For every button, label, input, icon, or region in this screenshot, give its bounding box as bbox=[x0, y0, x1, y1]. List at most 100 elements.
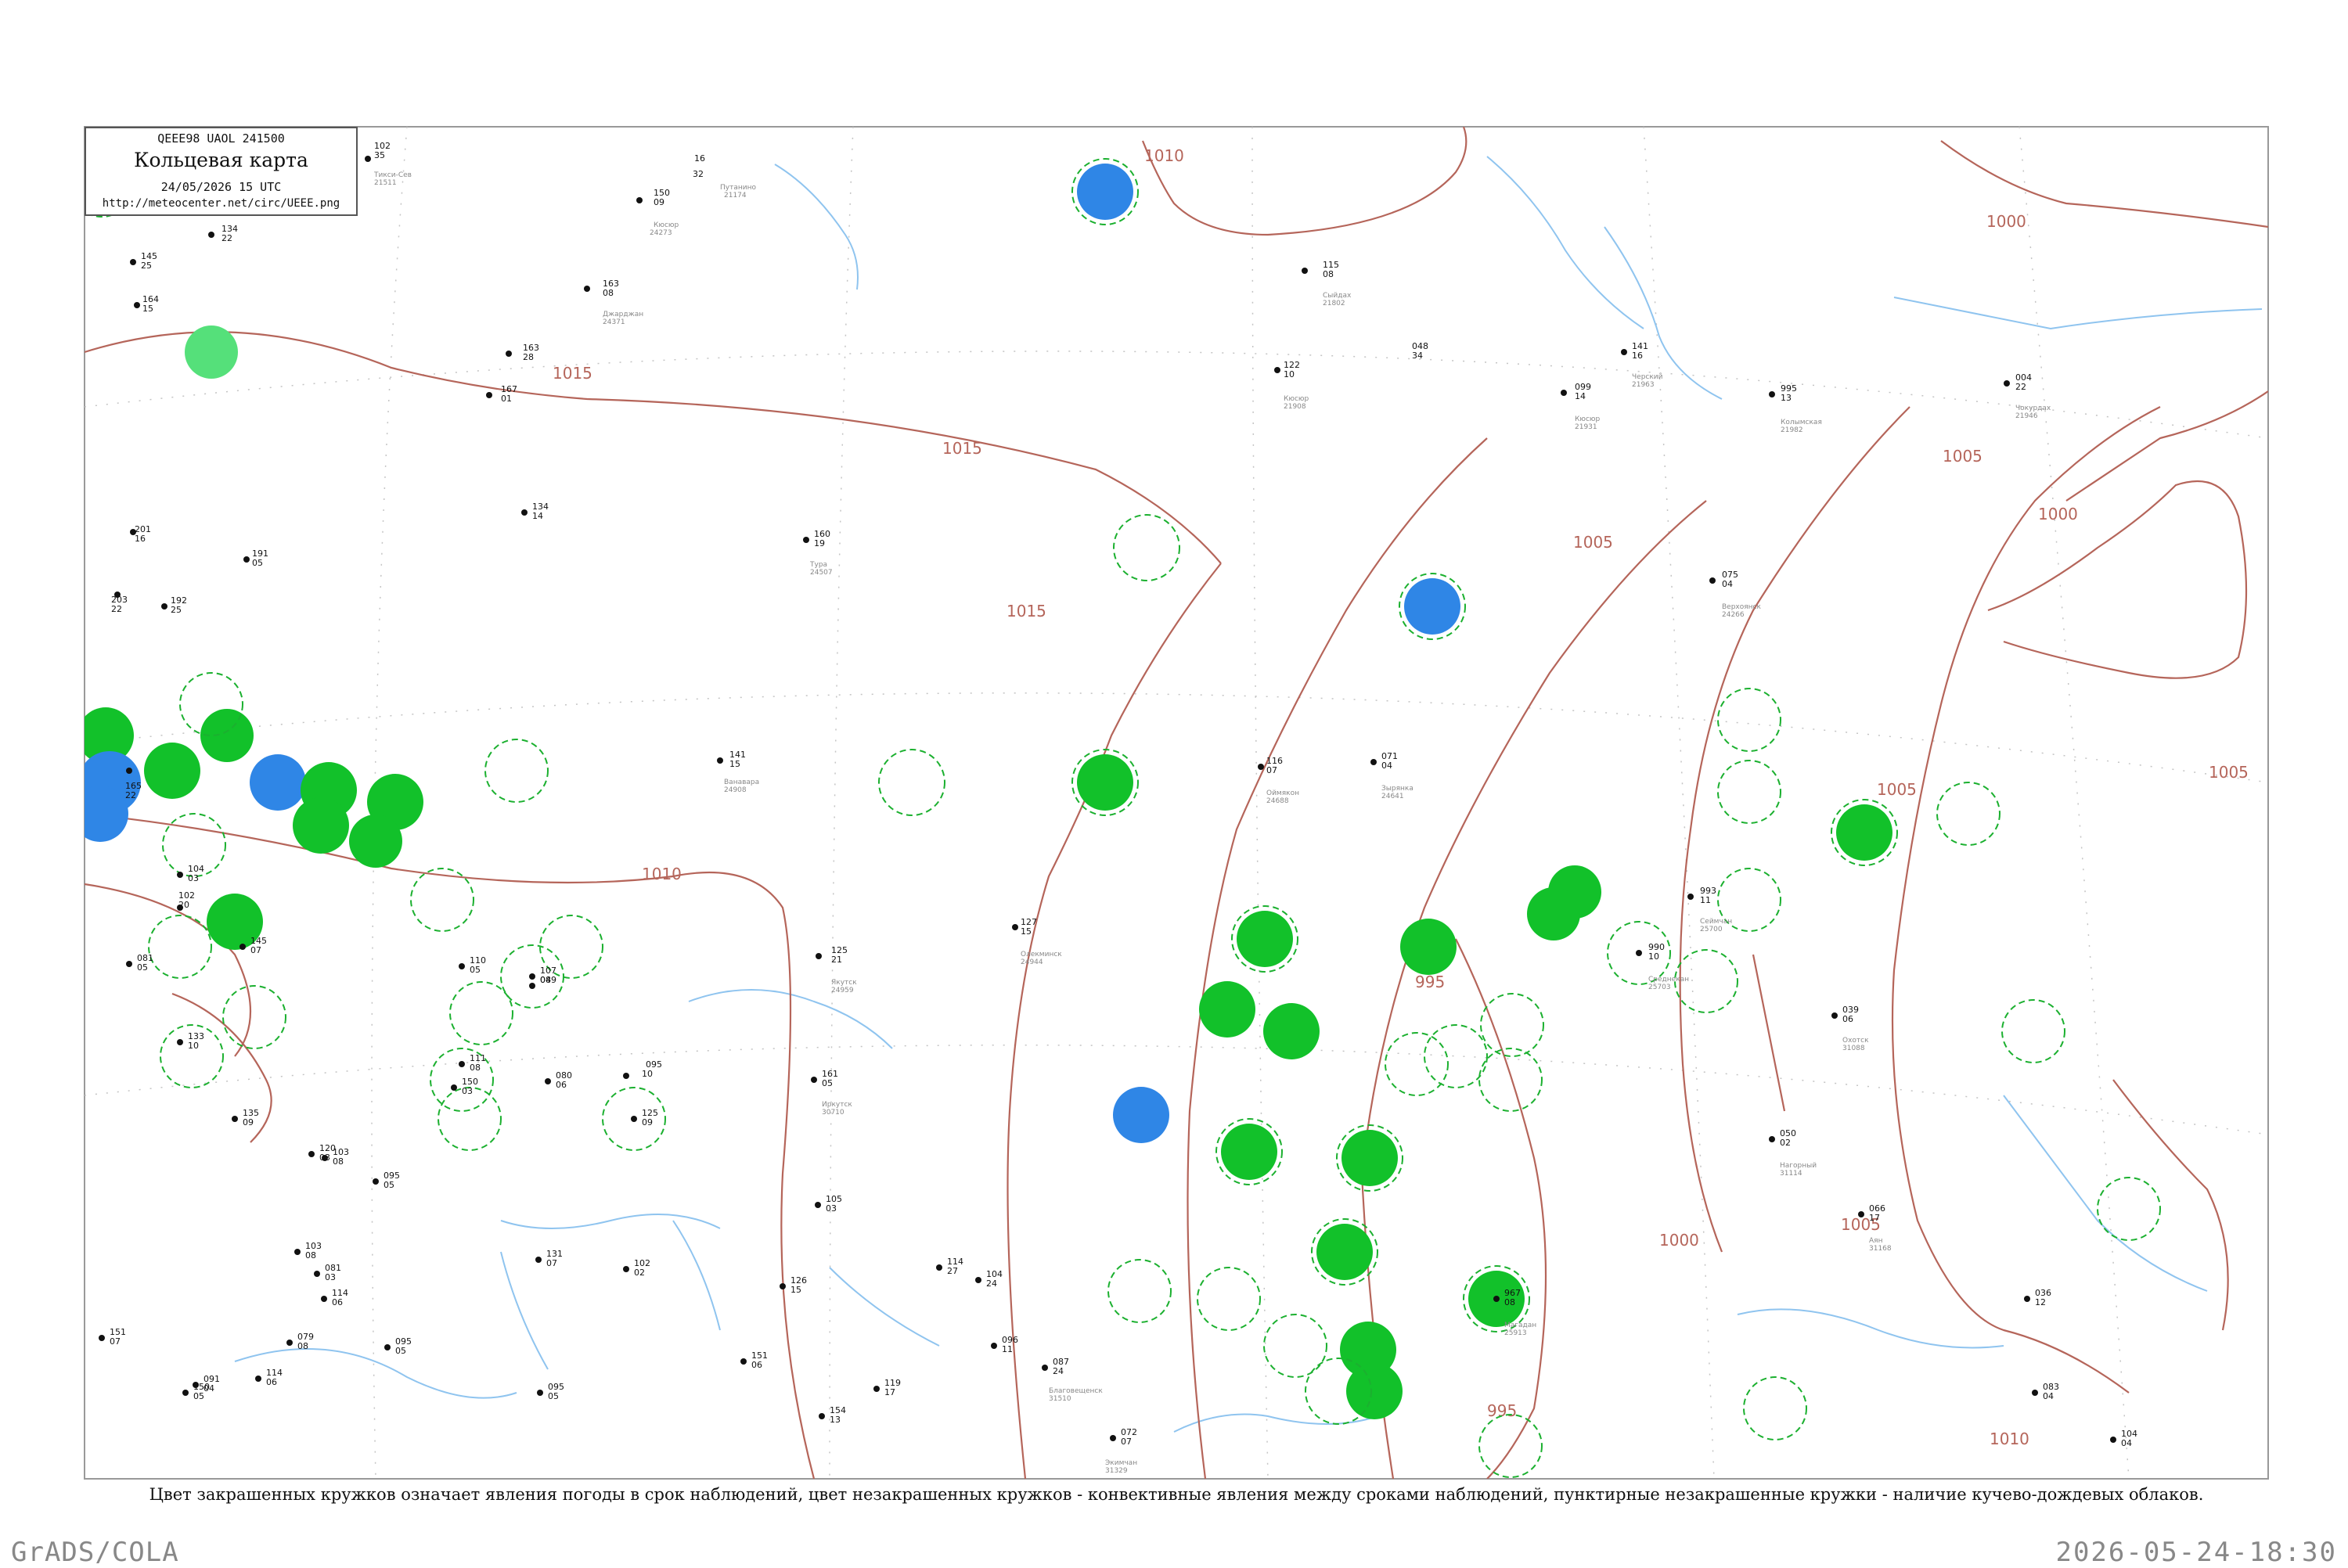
render-timestamp: 2026-05-24-18:30 bbox=[2055, 1537, 2337, 1568]
station-value: 07 bbox=[1121, 1437, 1132, 1447]
station-circle-green bbox=[1316, 1224, 1373, 1280]
station-circle-green bbox=[1400, 919, 1457, 975]
station-name: Аян bbox=[1869, 1237, 1883, 1245]
station-id: 21908 bbox=[1284, 403, 1306, 411]
station-value: 05 bbox=[193, 1391, 204, 1401]
station-value: 05 bbox=[470, 965, 481, 975]
station-name: Олекминск bbox=[1021, 951, 1062, 958]
station-id: 24266 bbox=[1722, 611, 1745, 619]
station-value: 15 bbox=[1021, 926, 1032, 937]
station-value: 14 bbox=[532, 511, 543, 521]
station-id: 21931 bbox=[1575, 423, 1597, 431]
station-value: 28 bbox=[523, 352, 534, 362]
station-name: Охотск bbox=[1842, 1037, 1869, 1045]
isobar-label: 1010 bbox=[1144, 146, 1184, 165]
station-value: 10 bbox=[188, 1041, 199, 1051]
station-name: Кюсюр bbox=[1284, 395, 1309, 403]
isobar-label: 995 bbox=[1487, 1401, 1517, 1420]
station-value: 04 bbox=[1381, 761, 1392, 771]
station-value: 24 bbox=[1053, 1366, 1064, 1376]
station-id: 24273 bbox=[650, 229, 672, 237]
station-value: 10 bbox=[1284, 369, 1295, 379]
station-value: 32 bbox=[693, 169, 704, 179]
isobar-label: 995 bbox=[1415, 973, 1445, 991]
station-circle-green bbox=[144, 743, 200, 799]
station-value: 09 bbox=[654, 197, 664, 207]
station-circle-green bbox=[1341, 1130, 1398, 1186]
station-name: Джарджан bbox=[603, 311, 643, 318]
station-value: 16 bbox=[135, 534, 146, 544]
station-value: 13 bbox=[1781, 393, 1792, 403]
station-value: 03 bbox=[188, 873, 199, 883]
station-value: 06 bbox=[1842, 1014, 1853, 1024]
station-value: 07 bbox=[250, 945, 261, 955]
station-value: 15 bbox=[729, 759, 740, 769]
station-id: 24959 bbox=[831, 987, 854, 994]
station-value: 08 bbox=[1504, 1297, 1515, 1307]
station-value: 15 bbox=[790, 1285, 801, 1295]
station-value: 16 bbox=[1632, 351, 1643, 361]
station-name: Сеймчан bbox=[1700, 918, 1732, 926]
map-datetime: 24/05/2026 15 UTC bbox=[160, 180, 282, 194]
synoptic-map: 1010 1000 1015 1015 1005 1000 1015 1005 … bbox=[84, 126, 2269, 1480]
station-id: 25913 bbox=[1504, 1329, 1527, 1337]
station-circle-green bbox=[293, 797, 349, 854]
isobar-label: 1015 bbox=[1007, 602, 1046, 620]
station-value: 10 bbox=[642, 1069, 653, 1079]
station-name: Нагорный bbox=[1780, 1162, 1817, 1170]
station-id: 21802 bbox=[1323, 300, 1345, 307]
station-circle-blue bbox=[1404, 578, 1460, 635]
station-value: 06 bbox=[556, 1080, 567, 1090]
station-id: 21946 bbox=[2015, 412, 2038, 420]
station-circle-green bbox=[1077, 754, 1133, 811]
station-value: 22 bbox=[221, 233, 232, 243]
station-name: Тикси-Сев bbox=[373, 171, 412, 179]
isobar-label: 1005 bbox=[1573, 533, 1613, 552]
station-name: Магадан bbox=[1504, 1322, 1536, 1329]
station-id: 24908 bbox=[724, 786, 747, 794]
station-name: Иркутск bbox=[822, 1101, 852, 1109]
station-name: Кюсюр bbox=[1575, 415, 1600, 423]
station-value: 09 bbox=[243, 1117, 254, 1127]
station-id: 31114 bbox=[1780, 1170, 1802, 1178]
station-circle-green bbox=[1263, 1003, 1320, 1059]
isobar-label: 1000 bbox=[2038, 505, 2078, 523]
station-value: 05 bbox=[137, 962, 148, 973]
station-value: 17 bbox=[884, 1387, 895, 1397]
station-name: Оймякон bbox=[1266, 789, 1299, 797]
station-value: 03 bbox=[325, 1272, 336, 1282]
station-value: 07 bbox=[110, 1336, 121, 1347]
station-id: 31088 bbox=[1842, 1045, 1865, 1052]
station-value: 25 bbox=[141, 261, 152, 271]
isobar-label: 1010 bbox=[642, 865, 682, 883]
station-value: 22 bbox=[2015, 382, 2026, 392]
station-name: Черский bbox=[1632, 373, 1663, 381]
station-name: Сыйдах bbox=[1323, 292, 1352, 300]
station-value: 05 bbox=[822, 1078, 833, 1088]
station-name: Чокурдах bbox=[2015, 405, 2051, 412]
isobar-label: 1005 bbox=[1877, 780, 1917, 799]
station-circle-green bbox=[1346, 1363, 1403, 1419]
station-id: 24371 bbox=[603, 318, 625, 326]
station-value: 06 bbox=[332, 1297, 343, 1307]
station-circle-green bbox=[1199, 981, 1255, 1038]
station-value: 22 bbox=[111, 604, 122, 614]
station-circle-blue bbox=[250, 754, 306, 811]
station-value: 05 bbox=[395, 1346, 406, 1356]
station-value: 11 bbox=[1002, 1344, 1013, 1354]
station-id: 30710 bbox=[822, 1109, 844, 1117]
station-value: 19 bbox=[814, 538, 825, 548]
station-id: 21963 bbox=[1632, 381, 1655, 389]
station-value: 02 bbox=[634, 1268, 645, 1278]
station-value: 03 bbox=[462, 1086, 473, 1096]
station-id: 21511 bbox=[374, 179, 397, 187]
station-name: Путанино bbox=[720, 184, 756, 192]
station-id: 31168 bbox=[1869, 1245, 1892, 1253]
isobar-label: 1015 bbox=[553, 364, 592, 383]
isobar-label: 1010 bbox=[1990, 1430, 2029, 1448]
station-name: Благовещенск bbox=[1049, 1387, 1103, 1395]
station-value: 07 bbox=[1266, 765, 1277, 775]
station-id: 24688 bbox=[1266, 797, 1289, 805]
station-value: 35 bbox=[374, 150, 385, 160]
station-id: 21982 bbox=[1781, 426, 1803, 434]
